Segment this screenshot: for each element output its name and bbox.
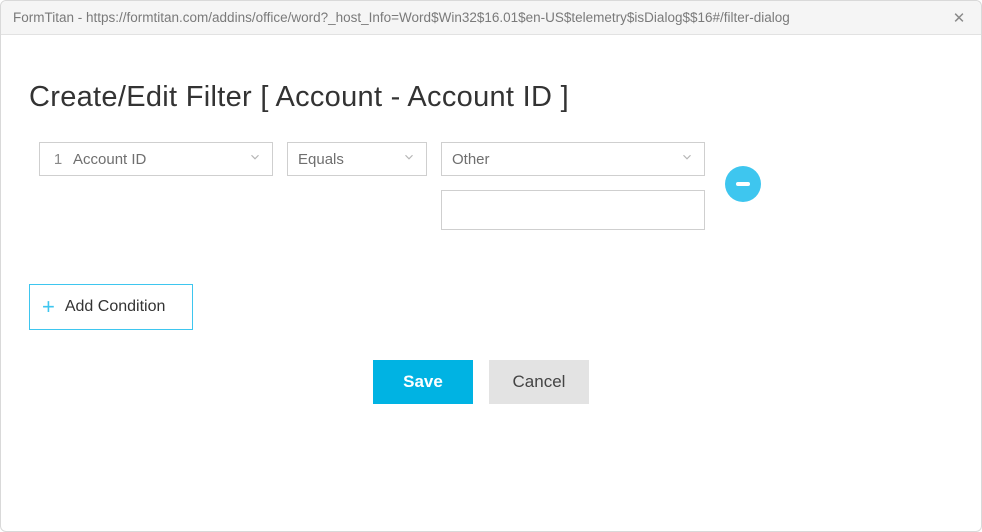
plus-icon: + bbox=[42, 296, 55, 318]
value-type-select[interactable]: Other bbox=[441, 142, 705, 176]
cancel-button[interactable]: Cancel bbox=[489, 360, 589, 404]
save-button[interactable]: Save bbox=[373, 360, 473, 404]
operator-select[interactable]: Equals bbox=[287, 142, 427, 176]
operator-select-label: Equals bbox=[298, 151, 344, 168]
value-input[interactable] bbox=[441, 190, 705, 230]
remove-condition-button[interactable] bbox=[725, 166, 761, 202]
add-condition-button[interactable]: + Add Condition bbox=[29, 284, 193, 330]
chevron-down-icon bbox=[248, 150, 262, 168]
field-select-label: Account ID bbox=[73, 151, 146, 168]
dialog-window: FormTitan - https://formtitan.com/addins… bbox=[0, 0, 982, 532]
minus-icon bbox=[736, 182, 750, 186]
value-type-label: Other bbox=[452, 151, 490, 168]
titlebar: FormTitan - https://formtitan.com/addins… bbox=[1, 1, 981, 35]
field-group: 1 Account ID bbox=[39, 142, 273, 176]
close-icon[interactable]: ✕ bbox=[949, 9, 969, 27]
window-title: FormTitan - https://formtitan.com/addins… bbox=[13, 10, 949, 25]
page-title: Create/Edit Filter [ Account - Account I… bbox=[29, 81, 953, 114]
add-condition-label: Add Condition bbox=[65, 298, 166, 316]
value-column: Other bbox=[441, 142, 705, 230]
field-select[interactable]: Account ID bbox=[63, 142, 273, 176]
chevron-down-icon bbox=[402, 150, 416, 168]
dialog-content: Create/Edit Filter [ Account - Account I… bbox=[1, 35, 981, 404]
condition-row: 1 Account ID Equals Other bbox=[39, 142, 953, 230]
footer-buttons: Save Cancel bbox=[9, 360, 953, 404]
chevron-down-icon bbox=[680, 150, 694, 168]
